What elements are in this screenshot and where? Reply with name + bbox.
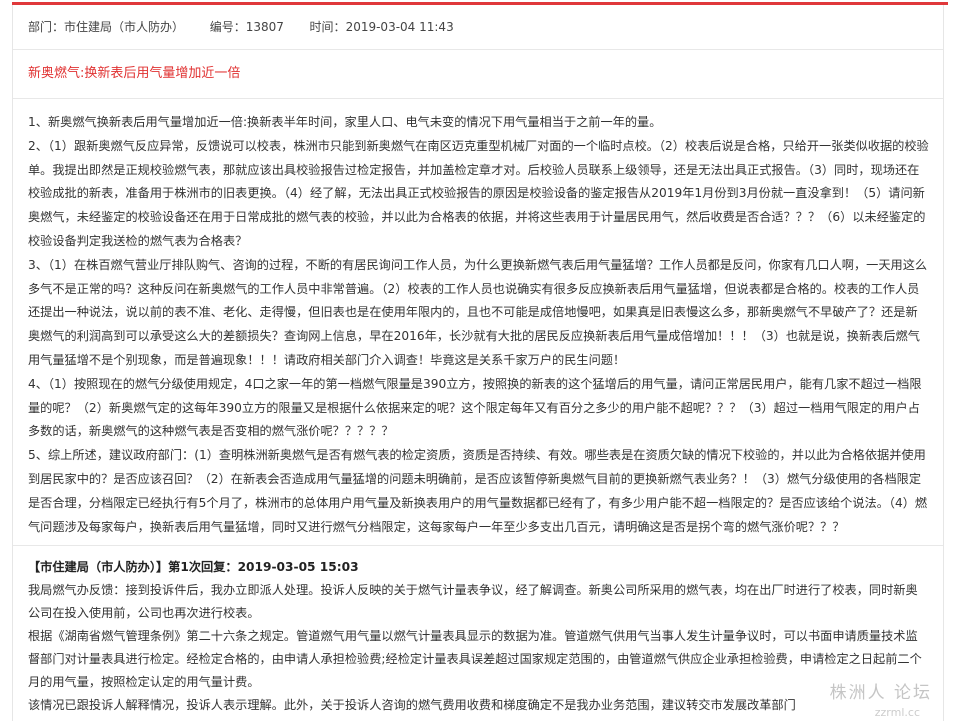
post-paragraph: 5、综上所述，建议政府部门：(1）查明株洲新奥燃气是否有燃气表的检定资质，资质是… bbox=[28, 448, 928, 534]
reply-paragraph: 我局燃气办反馈：接到投诉件后，我办立即派人处理。投诉人反映的关于燃气计量表争议，… bbox=[28, 583, 918, 621]
site-watermark: 株洲人 论坛 bbox=[829, 683, 932, 703]
post-paragraph: 3、（1）在株百燃气营业厅排队购气、咨询的过程，不断的有居民询问工作人员，为什么… bbox=[28, 257, 928, 367]
reply-header: 【市住建局（市人防办）】第1次回复：2019-03-05 15:03 bbox=[28, 560, 359, 575]
number-value: 13807 bbox=[245, 20, 284, 34]
post-title: 新奥燃气:换新表后用气量增加近一倍 bbox=[13, 50, 943, 99]
post-paragraph: 4、（1）按照现在的燃气分级使用规定，4口之家一年的第一档燃气限量是390立方，… bbox=[28, 376, 922, 439]
post-meta-bar: 部门：市住建局（市人防办） 编号：13807 时间：2019-03-04 11:… bbox=[13, 5, 943, 50]
reply-paragraph: 该情况已跟投诉人解释情况，投诉人表示理解。此外，关于投诉人咨询的燃气费用收费和梯… bbox=[28, 698, 796, 713]
post-container: 部门：市住建局（市人防办） 编号：13807 时间：2019-03-04 11:… bbox=[12, 5, 944, 721]
post-paragraph: 1、新奥燃气换新表后用气量增加近一倍:换新表半年时间，家里人口、电气未变的情况下… bbox=[28, 115, 662, 129]
site-watermark-url: zzrml.cc bbox=[874, 706, 920, 719]
post-body: 1、新奥燃气换新表后用气量增加近一倍:换新表半年时间，家里人口、电气未变的情况下… bbox=[13, 99, 943, 547]
post-paragraph: 2、（1）跟新奥燃气反应异常，反馈说可以校表，株洲市只能到新奥燃气在南区迈克重型… bbox=[28, 138, 929, 248]
department-value: 市住建局（市人防办） bbox=[64, 20, 185, 34]
reply-section: 【市住建局（市人防办）】第1次回复：2019-03-05 15:03 我局燃气办… bbox=[13, 546, 943, 717]
department-label: 部门： bbox=[28, 20, 65, 34]
time-value: 2019-03-04 11:43 bbox=[345, 20, 454, 34]
number-label: 编号： bbox=[209, 20, 246, 34]
reply-paragraph: 根据《湖南省燃气管理条例》第二十六条之规定。管道燃气用气量以燃气计量表具显示的数… bbox=[28, 629, 922, 690]
time-label: 时间： bbox=[309, 20, 346, 34]
